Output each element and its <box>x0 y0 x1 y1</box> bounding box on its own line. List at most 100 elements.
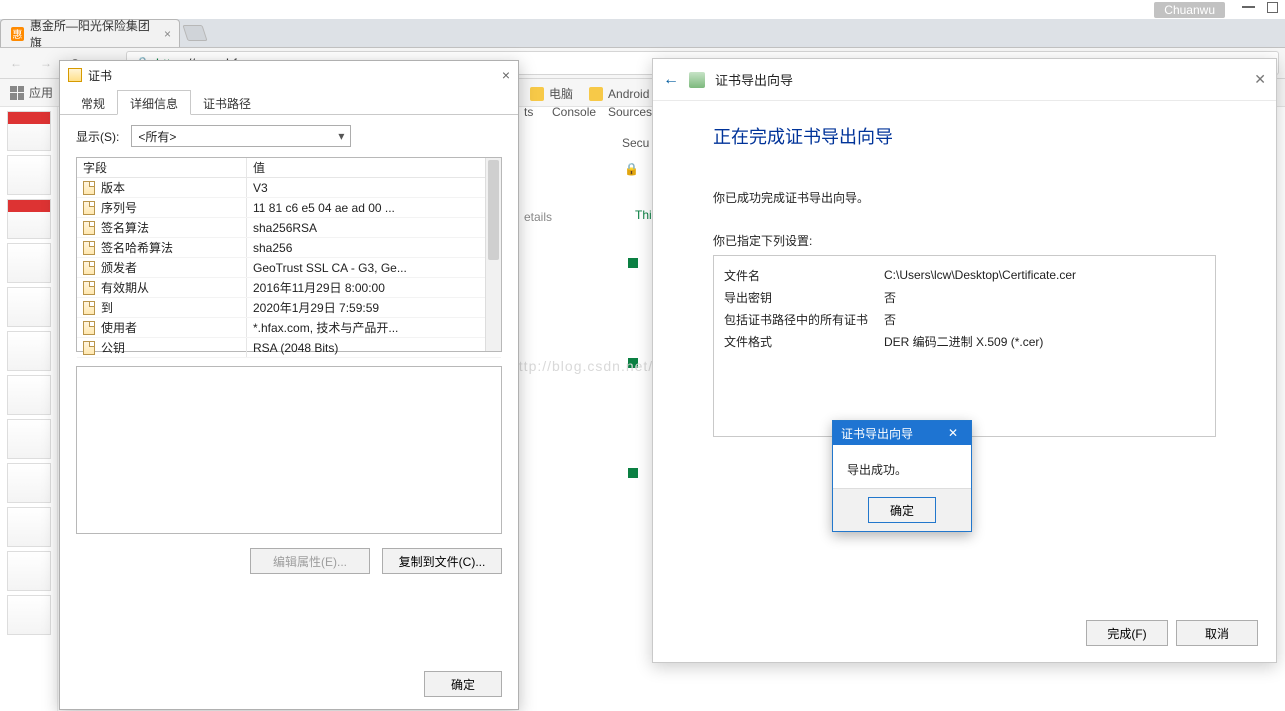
grid-header: 字段 值 <box>77 158 501 178</box>
page-thumb[interactable] <box>7 551 51 591</box>
page-thumb[interactable] <box>7 419 51 459</box>
grid-cell-value: RSA (2048 Bits) <box>247 338 501 357</box>
certificate-ok-button[interactable]: 确定 <box>424 671 502 697</box>
devtools-tab-elements[interactable]: ts <box>524 105 533 119</box>
wizard-body: 正在完成证书导出向导 你已成功完成证书导出向导。 你已指定下列设置: 文件名C:… <box>653 101 1276 437</box>
scrollbar-thumb[interactable] <box>488 160 499 260</box>
page-thumb[interactable] <box>7 199 51 239</box>
os-maximize-icon[interactable] <box>1267 2 1278 13</box>
field-name: 使用者 <box>101 319 137 336</box>
close-icon[interactable]: × <box>502 67 510 83</box>
grid-cell-value: *.hfax.com, 技术与产品开... <box>247 318 501 337</box>
field-sheet-icon <box>83 281 95 295</box>
show-filter-combobox[interactable]: <所有> <box>131 125 351 147</box>
devtools-tab-console[interactable]: Console <box>552 105 596 119</box>
certificate-dialog-title: 证书 <box>88 67 112 84</box>
page-thumb[interactable] <box>7 375 51 415</box>
wizard-done-text: 你已成功完成证书导出向导。 <box>713 189 1216 206</box>
grid-cell-value: 11 81 c6 e5 04 ae ad 00 ... <box>247 198 501 217</box>
field-name: 有效期从 <box>101 279 149 296</box>
grid-row[interactable]: 使用者 *.hfax.com, 技术与产品开... <box>77 318 501 338</box>
page-thumb[interactable] <box>7 111 51 151</box>
bookmark-group: 电脑 Android <box>530 85 649 102</box>
field-sheet-icon <box>83 301 95 315</box>
field-name: 版本 <box>101 179 125 196</box>
apps-grid-icon <box>10 86 24 100</box>
setting-key: 导出密钥 <box>724 289 884 306</box>
grid-row[interactable]: 到 2020年1月29日 7:59:59 <box>77 298 501 318</box>
wizard-cert-icon <box>689 72 705 88</box>
field-value: 11 81 c6 e5 04 ae ad 00 ... <box>253 201 395 215</box>
grid-row[interactable]: 签名算法sha256RSA <box>77 218 501 238</box>
page-thumb[interactable] <box>7 331 51 371</box>
grid-row[interactable]: 有效期从 2016年11月29日 8:00:00 <box>77 278 501 298</box>
nav-forward-icon[interactable]: → <box>36 53 56 73</box>
certificate-tabs: 常规 详细信息 证书路径 <box>60 89 518 115</box>
grid-row[interactable]: 序列号 11 81 c6 e5 04 ae ad 00 ... <box>77 198 501 218</box>
setting-key: 包括证书路径中的所有证书 <box>724 311 884 328</box>
security-marker-icon <box>628 258 638 268</box>
grid-row[interactable]: 公钥RSA (2048 Bits) <box>77 338 501 358</box>
grid-row[interactable]: 版本 V3 <box>77 178 501 198</box>
wizard-back-icon[interactable]: ← <box>663 71 679 89</box>
col-field[interactable]: 字段 <box>77 158 247 177</box>
field-sheet-icon <box>83 221 95 235</box>
folder-icon <box>589 87 603 101</box>
new-tab-button[interactable] <box>182 25 207 41</box>
certificate-field-grid[interactable]: 字段 值 版本 V3 序列号 11 81 c6 e5 04 ae ad 00 ... 签… <box>76 157 502 352</box>
bookmark-android[interactable]: Android <box>589 85 649 102</box>
messagebox-title: 证书导出向导 <box>841 425 913 442</box>
grid-cell-value: V3 <box>247 178 501 197</box>
field-value: 2020年1月29日 7:59:59 <box>253 299 379 316</box>
col-value[interactable]: 值 <box>247 158 501 177</box>
tab-details[interactable]: 详细信息 <box>117 90 191 115</box>
page-thumb[interactable] <box>7 463 51 503</box>
page-thumb[interactable] <box>7 595 51 635</box>
page-thumb[interactable] <box>7 287 51 327</box>
close-icon[interactable]: ✕ <box>943 426 963 440</box>
close-icon[interactable]: ✕ <box>1254 71 1266 88</box>
tab-cert-path[interactable]: 证书路径 <box>190 90 264 115</box>
grid-cell-field: 公钥 <box>77 338 247 357</box>
os-user-chip[interactable]: Chuanwu <box>1154 2 1225 18</box>
apps-shortcut[interactable]: 应用 <box>10 84 53 101</box>
nav-back-icon[interactable]: ← <box>6 53 26 73</box>
page-thumb[interactable] <box>7 155 51 195</box>
bookmark-computer[interactable]: 电脑 <box>530 85 573 102</box>
tab-strip: 惠 惠金所—阳光保险集团旗 × <box>0 19 1285 47</box>
os-minimize-icon[interactable] <box>1242 6 1255 8</box>
browser-tab[interactable]: 惠 惠金所—阳光保险集团旗 × <box>0 19 180 47</box>
field-detail-box[interactable] <box>76 366 502 534</box>
page-thumb[interactable] <box>7 507 51 547</box>
page-thumb[interactable] <box>7 243 51 283</box>
grid-scrollbar[interactable] <box>485 158 501 351</box>
export-wizard-header[interactable]: ← 证书导出向导 ✕ <box>653 59 1276 101</box>
wizard-setting-row: 导出密钥否 <box>724 286 1205 308</box>
security-lock-icon: 🔒 <box>624 162 634 172</box>
messagebox-ok-button[interactable]: 确定 <box>868 497 936 523</box>
tab-favicon-icon: 惠 <box>11 27 24 41</box>
bookmark-computer-label: 电脑 <box>549 85 573 102</box>
wizard-cancel-button[interactable]: 取消 <box>1176 620 1258 646</box>
field-name: 序列号 <box>101 199 137 216</box>
certificate-dialog-titlebar[interactable]: 证书 × <box>60 61 518 89</box>
field-value: 2016年11月29日 8:00:00 <box>253 279 385 296</box>
field-name: 签名哈希算法 <box>101 239 173 256</box>
edit-properties-button: 编辑属性(E)... <box>250 548 370 574</box>
field-name: 到 <box>101 299 113 316</box>
devtools-tab-sources[interactable]: Sources <box>608 105 652 119</box>
security-marker-icon <box>628 358 638 368</box>
tab-close-icon[interactable]: × <box>164 27 171 41</box>
grid-row[interactable]: 签名哈希算法sha256 <box>77 238 501 258</box>
devtools-view-details[interactable]: etails <box>524 210 552 224</box>
setting-key: 文件名 <box>724 267 884 284</box>
show-filter-value: <所有> <box>138 128 176 145</box>
messagebox-titlebar[interactable]: 证书导出向导 ✕ <box>833 421 971 445</box>
copy-to-file-button[interactable]: 复制到文件(C)... <box>382 548 502 574</box>
wizard-settings-box[interactable]: 文件名C:\Users\lcw\Desktop\Certificate.cer导… <box>713 255 1216 437</box>
setting-value: C:\Users\lcw\Desktop\Certificate.cer <box>884 268 1076 282</box>
tab-general[interactable]: 常规 <box>68 90 118 115</box>
export-success-messagebox: 证书导出向导 ✕ 导出成功。 确定 <box>832 420 972 532</box>
grid-row[interactable]: 颁发者GeoTrust SSL CA - G3, Ge... <box>77 258 501 278</box>
wizard-finish-button[interactable]: 完成(F) <box>1086 620 1168 646</box>
